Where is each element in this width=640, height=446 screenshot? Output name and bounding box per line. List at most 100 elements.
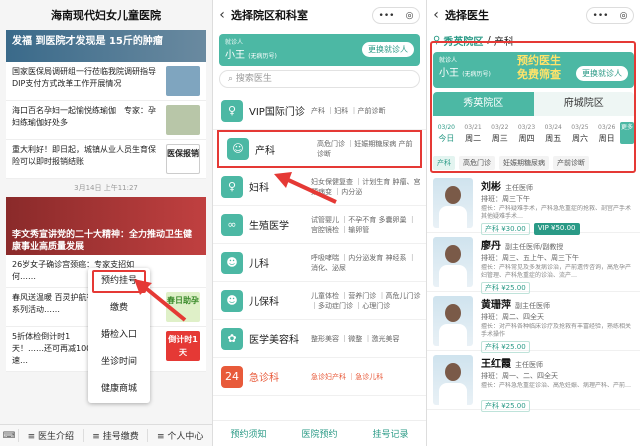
doctor-specialty: 擅长：产科急危重症诊治、高危妊娠、病理产科、产前…: [481, 382, 632, 389]
keyboard-icon[interactable]: ⌨: [0, 431, 18, 441]
news-badge: 春日助孕: [166, 292, 200, 322]
dept-name: 生殖医学: [249, 221, 289, 232]
dept-name: VIP国际门诊: [249, 107, 305, 118]
doctor-info: 刘彬 主任医师 排班：周三下午 擅长：产科疑难手术，产科急危重症的抢救、剖宫产手术…: [473, 178, 634, 235]
price-tags: 产科 ¥30.00 VIP ¥50.00: [481, 223, 634, 235]
dept-item-pediatrics[interactable]: ☻ 儿科 呼吸哮喘 ｜内分泌发育 神经系 ｜消化、泌尿: [213, 244, 426, 282]
miniprogram-capsule[interactable]: ••• ◎: [372, 7, 420, 24]
news-badge: 医保报销: [166, 144, 200, 174]
tab-hospital-booking[interactable]: 医院预约: [301, 427, 337, 440]
dept-desc: 妇女保健复查 ｜计划生育 肿瘤、宫颈病变 ｜内分泌: [311, 177, 421, 196]
dept-desc: 整形美容 ｜微整 ｜激光美容: [311, 334, 400, 343]
news-badge: 倒计时1天: [166, 331, 200, 361]
more-icon[interactable]: •••: [593, 11, 609, 21]
search-icon: ⌕: [228, 74, 234, 84]
dept-item-reproductive[interactable]: ∞ 生殖医学 试管婴儿 ｜不孕不育 多囊卵巢 ｜宫腔镜检 ｜输卵管: [213, 206, 426, 244]
tab-registration-record[interactable]: 挂号记录: [372, 427, 408, 440]
price-tag[interactable]: 产科 ¥25.00: [481, 400, 530, 412]
dept-item-obstetrics[interactable]: ☺ 产科 高危门诊 ｜妊娠期糖尿病 产前诊断: [217, 130, 422, 168]
doctor-specialty: 擅长：产科疑难手术，产科急危重症的抢救、剖宫产手术 其他疑难手术…: [481, 205, 632, 220]
pediatrics-icon: ☻: [221, 251, 243, 274]
doctor-name: 王红霞 主任医师: [481, 355, 634, 370]
doctor-schedule: 排班：周二、四全天: [481, 313, 544, 321]
hero-banner[interactable]: 发福 到医院才发现是 15斤的肿瘤: [6, 30, 206, 62]
dept-name: 儿保科: [249, 297, 279, 308]
price-tags: 产科 ¥25.00: [481, 282, 634, 294]
news-text: 海口百名孕妇一起愉悦练瑜伽 专家：孕妇练瑜伽好处多: [12, 106, 156, 127]
price-tag-vip[interactable]: VIP ¥50.00: [533, 223, 580, 235]
menu-item-marriage-exam[interactable]: 婚检入口: [88, 322, 150, 349]
tab-personal-center[interactable]: ≡ 个人中心: [147, 429, 212, 442]
dept-item-cosmetic[interactable]: ✿ 医学美容科 整形美容 ｜微整 ｜激光美容: [213, 320, 426, 358]
menu-popup: 预约挂号 缴费 婚检入口 坐诊时间 健康商城: [88, 268, 150, 403]
dept-item-child-care[interactable]: ☻ 儿保科 儿童体检 ｜营养门诊 ｜高危儿门诊 ｜多动症门诊 ｜心理门诊: [213, 282, 426, 320]
menu-item-payment[interactable]: 缴费: [88, 295, 150, 322]
doctor-name-text: 刘彬: [481, 182, 501, 193]
tab-registration[interactable]: ≡ 挂号缴费: [82, 429, 148, 442]
child-care-icon: ☻: [221, 289, 243, 312]
emergency-icon: 24: [221, 365, 243, 388]
doctor-name-text: 廖丹: [481, 241, 501, 252]
avatar: [433, 178, 473, 228]
back-icon[interactable]: ‹: [427, 7, 445, 23]
tab-label: 医生介绍: [38, 432, 75, 442]
title-bar: ‹ 选择院区和科室 ••• ◎: [213, 0, 426, 30]
switch-patient-button[interactable]: 更换就诊人: [362, 42, 414, 57]
back-icon[interactable]: ‹: [213, 7, 231, 23]
dept-item-vip[interactable]: ♀ VIP国际门诊 产科 ｜妇科 ｜产前诊断: [213, 92, 426, 130]
dept-desc: 急诊妇产科 ｜急诊儿科: [311, 372, 384, 381]
search-placeholder: 搜索医生: [235, 74, 272, 84]
menu-item-clinic-time[interactable]: 坐诊时间: [88, 349, 150, 376]
gynecology-icon: ♀: [221, 175, 243, 198]
list-item[interactable]: 重大利好！即日起，城镇从业人员生育保险可以即时报销结账 医保报销: [6, 140, 206, 179]
list-item[interactable]: 国家医保局调研组一行莅临我院调研指导DIP支付方式改革工作开展情况: [6, 62, 206, 101]
price-tag[interactable]: 产科 ¥25.00: [481, 282, 530, 294]
close-icon[interactable]: ◎: [406, 11, 414, 21]
hero-banner[interactable]: 李文秀宣讲党的二十大精神：全力推动卫生健康事业高质量发展: [6, 197, 206, 255]
doctor-card[interactable]: 王红霞 主任医师 排班：周一、二、四全天 擅长：产科急危重症诊治、高危妊娠、病理产…: [427, 351, 640, 412]
wechat-account-panel: 海南现代妇女儿童医院 发福 到医院才发现是 15斤的肿瘤 国家医保局调研组一行莅…: [0, 0, 212, 446]
patient-name-text: 小王: [225, 50, 245, 61]
dept-item-emergency[interactable]: 24 急诊科 急诊妇产科 ｜急诊儿科: [213, 358, 426, 396]
tab-booking-notice[interactable]: 预约须知: [230, 427, 266, 440]
doctor-info: 廖丹 副主任医师/副教授 排班：周三、五上午、周三下午 擅长：产科常见及多发病诊治…: [473, 237, 634, 294]
tab-label: 个人中心: [167, 432, 204, 442]
dept-name: 医学美容科: [249, 335, 299, 346]
dept-desc: 呼吸哮喘 ｜内分泌发育 神经系 ｜消化、泌尿: [311, 253, 416, 272]
menu-item-appointment[interactable]: 预约挂号: [92, 270, 146, 293]
doctor-card[interactable]: 廖丹 副主任医师/副教授 排班：周三、五上午、周三下午 擅长：产科常见及多发病诊治…: [427, 233, 640, 294]
price-tags: 产科 ¥25.00: [481, 341, 634, 353]
avatar: [433, 355, 473, 405]
article-card[interactable]: 发福 到医院才发现是 15斤的肿瘤 国家医保局调研组一行莅临我院调研指导DIP支…: [6, 30, 206, 179]
doctor-specialty: 擅长：产科常见及多发病诊治，产前遗传咨询，高危孕产妇管理、产科危重症的诊治、流产…: [481, 264, 632, 279]
title-bar: ‹ 选择医生 ••• ◎: [427, 0, 640, 30]
miniprogram-capsule[interactable]: ••• ◎: [586, 7, 634, 24]
page-title: 选择院区和科室: [231, 9, 308, 22]
dept-desc: 产科 ｜妇科 ｜产前诊断: [311, 106, 386, 115]
bottom-menu-bar: ⌨ ≡ 医生介绍 ≡ 挂号缴费 ≡ 个人中心: [0, 424, 212, 446]
price-tag[interactable]: 产科 ¥25.00: [481, 341, 530, 353]
doctor-name: 刘彬 主任医师: [481, 178, 634, 193]
more-icon[interactable]: •••: [379, 11, 395, 21]
doctor-name: 黄珊萍 副主任医师: [481, 296, 634, 311]
search-input[interactable]: ⌕ 搜索医生: [219, 70, 420, 88]
doctor-name: 廖丹 副主任医师/副教授: [481, 237, 634, 252]
avatar: [433, 296, 473, 346]
close-icon[interactable]: ◎: [620, 11, 628, 21]
dept-item-gynecology[interactable]: ♀ 妇科 妇女保健复查 ｜计划生育 肿瘤、宫颈病变 ｜内分泌: [213, 168, 426, 206]
news-text: 重大利好！即日起，城镇从业人员生育保险可以即时报销结账: [12, 145, 156, 166]
price-tags: 产科 ¥25.00: [481, 400, 634, 412]
dept-name: 妇科: [249, 183, 269, 194]
tab-doctor-intro[interactable]: ≡ 医生介绍: [18, 429, 83, 442]
doctor-title: 副主任医师: [515, 302, 550, 310]
news-thumbnail: [166, 66, 200, 96]
highlight-box: [430, 41, 636, 173]
doctor-card[interactable]: 刘彬 主任医师 排班：周三下午 擅长：产科疑难手术，产科急危重症的抢救、剖宫产手术…: [427, 174, 640, 235]
menu-item-health-mall[interactable]: 健康商城: [88, 376, 150, 403]
list-item[interactable]: 海口百名孕妇一起愉悦练瑜伽 专家：孕妇练瑜伽好处多: [6, 101, 206, 140]
price-tag[interactable]: 产科 ¥30.00: [481, 223, 530, 235]
doctor-card[interactable]: 黄珊萍 副主任医师 排班：周二、四全天 擅长：对产科各种临床诊疗及抢救有丰富经验，…: [427, 292, 640, 353]
dept-desc: 高危门诊 ｜妊娠期糖尿病 产前诊断: [317, 140, 413, 158]
doctor-name-text: 王红霞: [481, 359, 511, 370]
obstetrics-icon: ☺: [227, 138, 249, 160]
